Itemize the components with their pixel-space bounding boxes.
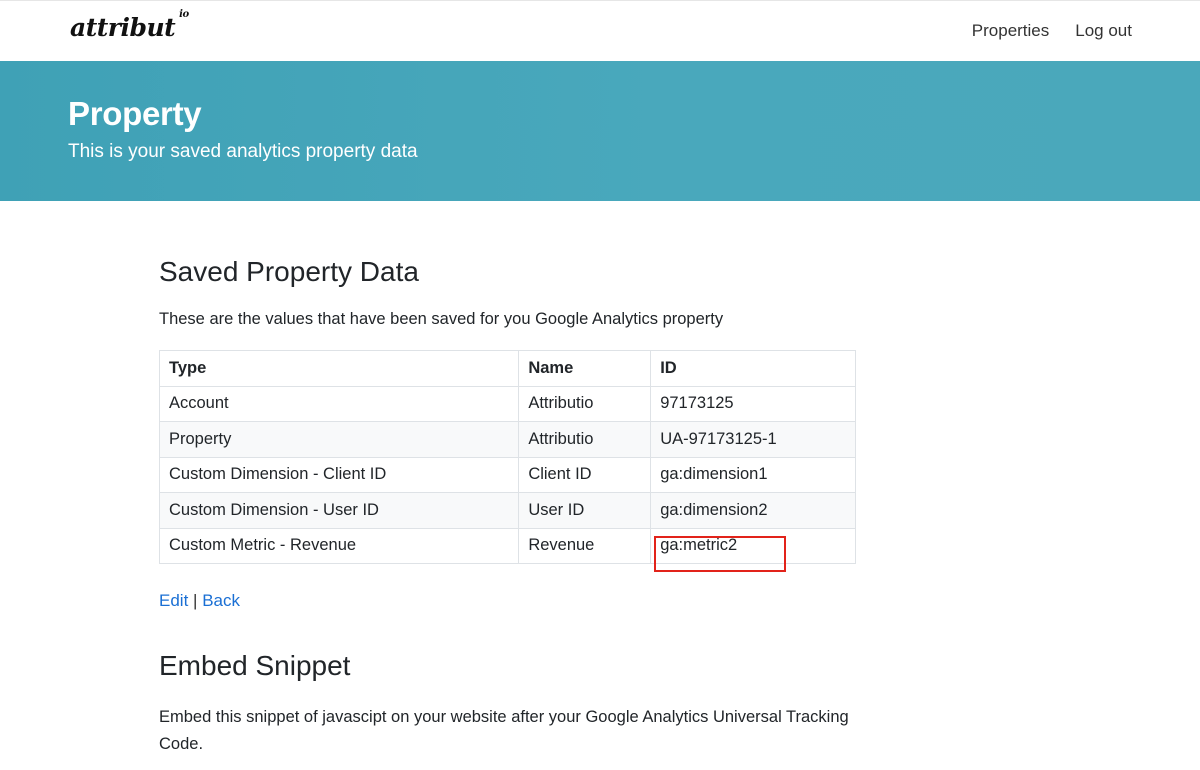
cell-name: User ID [518,492,652,529]
logo-suffix: io [179,8,189,20]
link-separator: | [193,591,198,610]
table-row: Custom Dimension - User ID User ID ga:di… [158,492,856,529]
property-data-table: Type Name ID Account Attributio 97173125… [158,350,856,564]
cell-type: Custom Dimension - User ID [158,492,520,529]
column-header-name: Name [518,350,652,387]
embed-snippet-heading: Embed Snippet [159,650,351,681]
back-link[interactable]: Back [202,591,240,610]
logo-text: attribut [70,13,176,42]
table-row: Custom Dimension - Client ID Client ID g… [158,456,856,493]
cell-name: Revenue [518,527,652,564]
cell-name: Attributio [518,385,652,422]
table-row: Account Attributio 97173125 [158,385,856,422]
table-row: Property Attributio UA-97173125-1 [158,421,856,458]
edit-link[interactable]: Edit [159,591,188,610]
cell-type: Custom Metric - Revenue [158,527,520,564]
highlight-box [654,536,786,572]
saved-data-heading: Saved Property Data [159,256,419,287]
cell-type: Account [158,385,520,422]
cell-name: Client ID [518,456,652,493]
logo[interactable]: attribut io [70,9,189,42]
cell-id: ga:dimension2 [650,492,856,529]
cell-type: Custom Dimension - Client ID [158,456,520,493]
table-actions: Edit | Back [159,591,240,611]
table-header-row: Type Name ID [158,350,856,387]
cell-type: Property [158,421,520,458]
embed-snippet-description: Embed this snippet of javascipt on your … [159,708,849,753]
saved-data-description: These are the values that have been save… [159,310,724,328]
cell-id: ga:dimension1 [650,456,856,493]
column-header-id: ID [650,350,856,387]
page-title: Property [68,95,202,132]
nav-logout-link[interactable]: Log out [1075,21,1132,41]
hero-banner: Property This is your saved analytics pr… [0,61,1200,201]
page-subtitle: This is your saved analytics property da… [68,141,418,162]
nav-links: Properties Log out [972,21,1132,41]
cell-id: UA-97173125-1 [650,421,856,458]
top-navbar: attribut io Properties Log out [0,0,1200,61]
cell-id: 97173125 [650,385,856,422]
cell-name: Attributio [518,421,652,458]
nav-properties-link[interactable]: Properties [972,21,1049,41]
column-header-type: Type [158,350,520,387]
